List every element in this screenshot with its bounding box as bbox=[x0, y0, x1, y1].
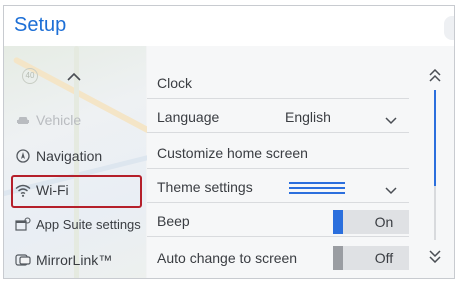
sidebar-item-navigation[interactable]: Navigation bbox=[4, 140, 146, 172]
settings-row-auto-change-to-screen[interactable]: Auto change to screen Off bbox=[147, 242, 409, 273]
row-label: Clock bbox=[157, 75, 193, 91]
page-title: Setup bbox=[14, 14, 67, 36]
map-route-marker: 40 bbox=[22, 68, 38, 84]
sidebar-item-app-suite-settings[interactable]: App Suite settings bbox=[4, 208, 146, 240]
sidebar: 40 Vehicle Navigation Wi-Fi App Suite se… bbox=[4, 46, 179, 278]
row-label: Language bbox=[157, 109, 220, 125]
car-icon bbox=[14, 115, 32, 125]
chevron-down-icon bbox=[385, 112, 397, 130]
double-chevron-down-icon bbox=[429, 250, 441, 263]
settings-row-language[interactable]: Language English bbox=[147, 102, 409, 133]
beep-toggle[interactable]: On bbox=[333, 210, 409, 234]
mirrorlink-icon bbox=[14, 254, 32, 266]
app-suite-icon bbox=[14, 217, 32, 231]
row-label: Customize home screen bbox=[157, 145, 308, 161]
setup-screen: Setup 40 Vehicle Navigation Wi-Fi App Su… bbox=[3, 5, 455, 279]
sidebar-item-label: App Suite settings bbox=[36, 216, 141, 232]
row-label: Auto change to screen bbox=[157, 249, 298, 266]
sidebar-item-wifi[interactable]: Wi-Fi bbox=[4, 174, 146, 208]
theme-preview-icon bbox=[289, 182, 345, 194]
language-value: English bbox=[285, 109, 331, 125]
sidebar-item-label: Navigation bbox=[36, 148, 103, 164]
toggle-indicator bbox=[333, 246, 343, 270]
wifi-icon bbox=[14, 184, 32, 197]
title-bar: Setup bbox=[4, 6, 454, 46]
settings-row-clock[interactable]: Clock bbox=[147, 68, 409, 99]
settings-panel: Clock Language English Customize home sc… bbox=[147, 46, 454, 278]
sidebar-item-vehicle[interactable]: Vehicle bbox=[4, 104, 146, 136]
scroll-up-button[interactable] bbox=[425, 66, 445, 86]
sidebar-item-label: Vehicle bbox=[36, 112, 82, 128]
toggle-state-text: On bbox=[374, 214, 394, 230]
row-label: Beep bbox=[157, 213, 190, 229]
toggle-indicator bbox=[333, 210, 343, 234]
settings-row-beep[interactable]: Beep On bbox=[147, 206, 409, 237]
sidebar-scroll-up-button[interactable] bbox=[62, 66, 86, 86]
navigation-icon bbox=[14, 149, 32, 163]
scrollbar-thumb[interactable] bbox=[434, 90, 436, 186]
chevron-up-icon bbox=[67, 72, 81, 81]
sidebar-item-mirrorlink[interactable]: MirrorLink™ bbox=[4, 244, 146, 276]
settings-row-customize-home-screen[interactable]: Customize home screen bbox=[147, 138, 409, 169]
toggle-state-text: Off bbox=[374, 250, 394, 266]
scroll-down-button[interactable] bbox=[425, 246, 445, 266]
sidebar-item-label: MirrorLink™ bbox=[36, 252, 113, 268]
row-label: Theme settings bbox=[157, 179, 253, 195]
chevron-down-icon bbox=[385, 182, 397, 200]
settings-row-theme-settings[interactable]: Theme settings bbox=[147, 172, 409, 203]
title-bar-handle bbox=[444, 16, 454, 40]
double-chevron-up-icon bbox=[429, 69, 441, 82]
sidebar-item-label: Wi-Fi bbox=[36, 182, 69, 198]
auto-change-toggle[interactable]: Off bbox=[333, 246, 409, 270]
